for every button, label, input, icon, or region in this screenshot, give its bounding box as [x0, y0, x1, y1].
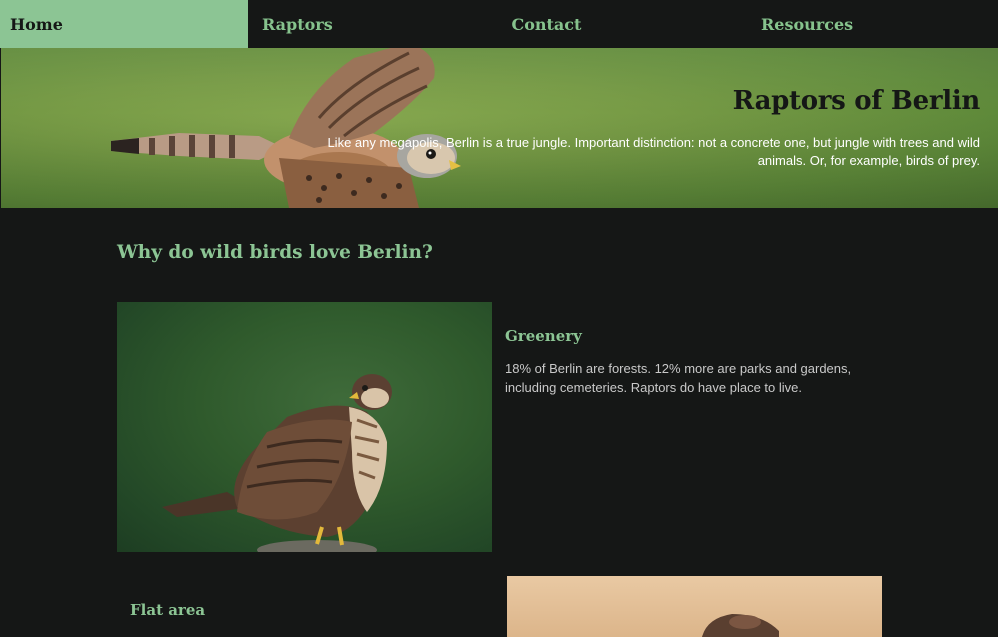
nav-item-label: Contact — [511, 14, 582, 34]
feature-heading-flat-area: Flat area — [130, 601, 206, 619]
hero-title: Raptors of Berlin — [732, 86, 981, 116]
nav-item-label: Raptors — [262, 14, 333, 34]
nav-item-resources[interactable]: Resources — [747, 0, 997, 48]
hero-subtitle: Like any megapolis, Berlin is a true jun… — [327, 135, 980, 168]
kestrel-image — [111, 48, 461, 208]
feature-text-greenery: 18% of Berlin are forests. 12% more are … — [505, 361, 852, 395]
buzzard-image — [162, 374, 392, 552]
raptor-image-2 — [702, 614, 779, 637]
hero-banner: Raptors of Berlin Like any megapolis, Be… — [1, 48, 998, 208]
section-title: Why do wild birds love Berlin? — [117, 242, 433, 263]
nav-item-home[interactable]: Home — [0, 0, 248, 48]
main-nav: Home Raptors Contact Resources — [0, 0, 998, 48]
nav-item-contact[interactable]: Contact — [498, 0, 748, 48]
feature-heading-greenery: Greenery — [505, 327, 582, 345]
buzzard-photo — [117, 302, 492, 552]
nav-item-label: Home — [10, 14, 63, 34]
nav-item-raptors[interactable]: Raptors — [248, 0, 498, 48]
raptor-photo-2 — [507, 576, 882, 637]
nav-item-label: Resources — [761, 14, 854, 34]
